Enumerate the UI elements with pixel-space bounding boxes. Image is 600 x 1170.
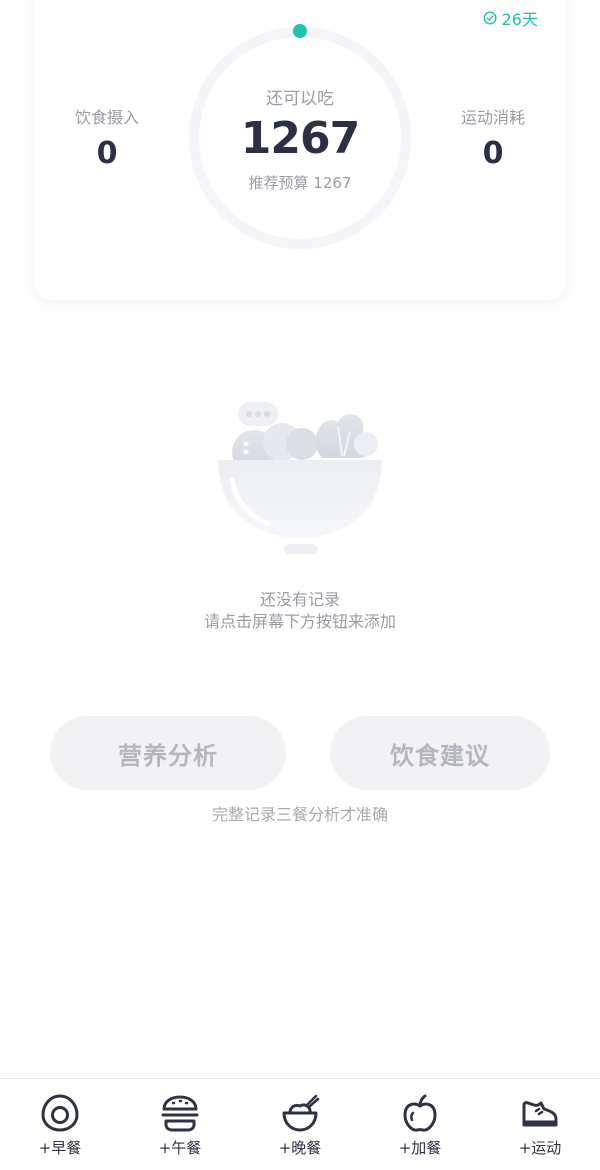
diet-home-screen: 26天 还可以吃 1267 推荐预算 1267 饮食摄入 0 运动消耗 0 还没… [0,0,600,1170]
empty-state-title: 还没有记录 [259,590,340,609]
intake-stat[interactable]: 饮食摄入 0 [47,104,167,171]
diet-advice-button[interactable]: 饮食建议 [330,716,550,790]
check-circle-icon [483,11,497,25]
intake-label: 饮食摄入 [74,108,139,127]
burn-label: 运动消耗 [460,108,525,127]
ring-progress-knob [293,24,307,38]
nutrition-analysis-button[interactable]: 营养分析 [50,716,286,790]
add-dinner-label: +晚餐 [278,1139,322,1157]
add-snack-button[interactable]: +加餐 [360,1079,480,1170]
empty-state-subtitle: 请点击屏幕下方按钮来添加 [203,612,396,631]
burger-icon [160,1093,200,1133]
add-exercise-label: +运动 [518,1139,562,1157]
streak-days-text: 26天 [501,10,538,29]
burn-value: 0 [482,136,504,171]
rice-bowl-icon [280,1093,320,1133]
apple-icon [400,1093,440,1133]
recommended-budget: 推荐预算 1267 [248,174,352,192]
add-exercise-button[interactable]: +运动 [480,1079,600,1170]
salad-bowl-icon [210,392,390,562]
bottom-action-bar: +早餐 +午餐 +晚餐 +加餐 +运动 [0,1078,600,1170]
add-lunch-button[interactable]: +午餐 [120,1079,240,1170]
intake-value: 0 [96,136,118,171]
add-breakfast-button[interactable]: +早餐 [0,1079,120,1170]
sneaker-icon [520,1093,560,1133]
analysis-hint: 完整记录三餐分析才准确 [211,805,388,824]
add-lunch-label: +午餐 [158,1139,202,1157]
streak-badge[interactable]: 26天 [483,6,538,30]
add-dinner-button[interactable]: +晚餐 [240,1079,360,1170]
add-breakfast-label: +早餐 [38,1139,82,1157]
burn-stat[interactable]: 运动消耗 0 [433,104,553,171]
egg-icon [40,1093,80,1133]
add-snack-label: +加餐 [398,1139,442,1157]
